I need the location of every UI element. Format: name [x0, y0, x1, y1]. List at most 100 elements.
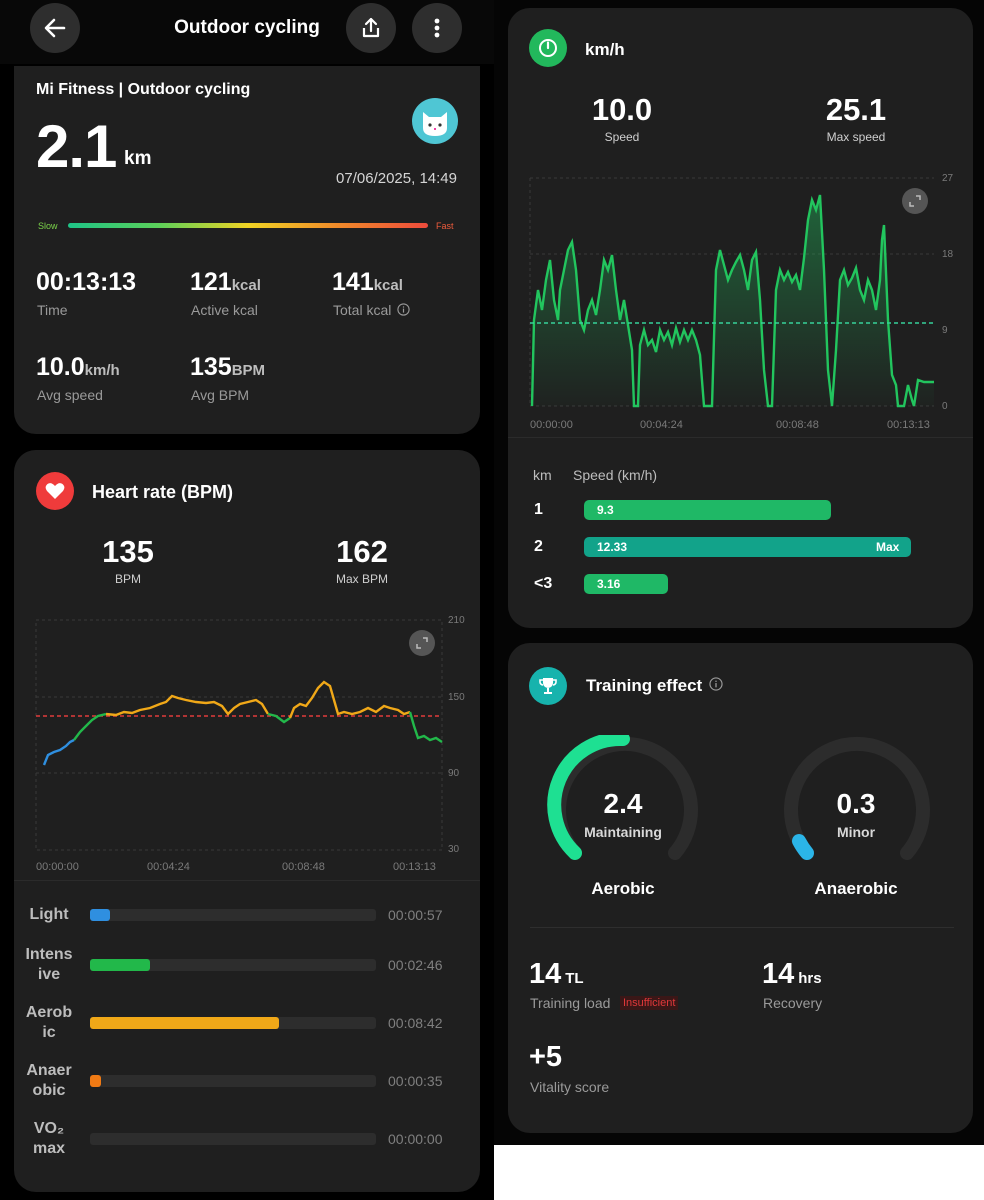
- hr-x-tick-2: 00:08:48: [282, 861, 325, 873]
- speed-avg-stat: 10.0 Speed: [552, 92, 692, 144]
- heart-icon: [45, 483, 65, 499]
- source-label: Mi Fitness | Outdoor cycling: [36, 81, 251, 98]
- training-divider: [530, 927, 954, 928]
- hr-zone-fill: [90, 1017, 279, 1029]
- speed-expand-button: [902, 188, 928, 214]
- cat-avatar-icon: [423, 112, 447, 136]
- anaerobic-gauge-fill: [792, 834, 814, 860]
- hr-zone-fill: [90, 1075, 102, 1087]
- avg-bpm-label: Avg BPM: [191, 387, 250, 403]
- hr-series-light: [42, 738, 75, 766]
- split-bar-3: 3.16: [584, 574, 668, 594]
- split-max-tag: Max: [876, 540, 900, 554]
- trophy-badge: [529, 667, 567, 705]
- blank-area: [494, 1145, 984, 1200]
- total-kcal-label: Total kcal: [333, 302, 410, 318]
- workout-datetime: 07/06/2025, 14:49: [336, 170, 457, 187]
- speed-avg-label: Speed: [604, 130, 640, 144]
- hr-avg-stat: 135 BPM: [58, 534, 198, 586]
- split-bar-2: 12.33: [584, 537, 911, 557]
- speed-x-tick-0: 00:00:00: [530, 419, 573, 431]
- training-title: Training effect: [586, 676, 723, 696]
- hr-avg-label: BPM: [114, 572, 141, 586]
- splits-header-speed: Speed (km/h): [573, 467, 658, 483]
- training-load-label: Training load: [530, 995, 611, 1011]
- training-load-badge: Insufficient: [620, 996, 679, 1010]
- training-load-value: 14 TL: [529, 958, 584, 990]
- share-button[interactable]: [346, 3, 396, 53]
- heart-badge: [36, 472, 74, 510]
- more-vertical-icon: [434, 18, 440, 38]
- hr-x-tick-1: 00:04:24: [147, 861, 190, 873]
- split-bar-1: 9.3: [584, 500, 831, 520]
- slow-label: Slow: [38, 221, 58, 231]
- speed-tick-18: 18: [942, 249, 954, 260]
- distance-unit: km: [124, 148, 152, 169]
- back-arrow-icon: [44, 18, 66, 38]
- hr-max-label: Max BPM: [335, 572, 388, 586]
- speed-badge: [529, 29, 567, 67]
- hr-zone-row: VO₂ max 00:00:00: [0, 1119, 480, 1159]
- avg-bpm-value: 135BPM: [190, 353, 266, 381]
- speed-chart[interactable]: [494, 170, 984, 420]
- split-km-1: 1: [534, 501, 543, 518]
- hr-tick-150: 150: [448, 692, 465, 703]
- info-icon[interactable]: [397, 303, 410, 316]
- fast-label: Fast: [436, 221, 454, 231]
- hr-zone-name: Aerob ic: [25, 1004, 73, 1041]
- trophy-icon: [539, 678, 557, 694]
- speed-max-stat: 25.1 Max speed: [786, 92, 926, 144]
- hr-zone-time: 00:02:46: [388, 957, 443, 973]
- heart-rate-chart[interactable]: [0, 610, 494, 885]
- hr-series-aerobic-2: [288, 680, 411, 719]
- hr-zone-name: VO₂ max: [32, 1120, 66, 1157]
- hr-zone-time: 00:08:42: [388, 1015, 443, 1031]
- hr-series-intensive: [73, 712, 107, 741]
- hr-zone-time: 00:00:57: [388, 907, 443, 923]
- active-kcal-value: 121kcal: [190, 268, 261, 296]
- total-kcal-value: 141kcal: [332, 268, 403, 296]
- heart-rate-title: Heart rate (BPM): [92, 482, 234, 502]
- hr-zone-row: Anaer obic 00:00:35: [0, 1061, 480, 1101]
- pace-gradient-bar: [68, 223, 428, 228]
- hr-zone-time: 00:00:35: [388, 1073, 443, 1089]
- aerobic-status: Maintaining: [584, 824, 662, 840]
- hr-zone-name: Light: [29, 906, 69, 923]
- time-label: Time: [37, 302, 68, 318]
- recovery-value: 14 hrs: [762, 958, 822, 990]
- time-value: 00:13:13: [36, 268, 137, 296]
- active-kcal-label: Active kcal: [191, 302, 258, 318]
- hr-tick-90: 90: [448, 768, 460, 779]
- hr-zone-fill: [90, 959, 151, 971]
- back-button[interactable]: [30, 3, 80, 53]
- hr-tick-30: 30: [448, 844, 460, 855]
- speed-divider: [508, 437, 973, 438]
- anaerobic-value: 0.3: [836, 788, 876, 819]
- anaerobic-label: Anaerobic: [814, 879, 898, 898]
- splits-header-km: km: [533, 467, 552, 483]
- info-icon[interactable]: [709, 677, 723, 691]
- vitality-value: +5: [529, 1041, 563, 1073]
- avatar[interactable]: [412, 98, 458, 144]
- hr-series-intensive-2: [267, 712, 291, 724]
- more-options-button[interactable]: [412, 3, 462, 53]
- hr-zone-track: [90, 1017, 376, 1029]
- speed-x-tick-2: 00:08:48: [776, 419, 819, 431]
- avg-speed-value: 10.0km/h: [36, 353, 120, 381]
- hr-max-stat: 162 Max BPM: [292, 534, 432, 586]
- share-icon: [362, 17, 380, 38]
- hr-zone-time: 00:00:00: [388, 1131, 443, 1147]
- hr-tick-210: 210: [448, 615, 465, 626]
- hr-zone-track: [90, 959, 376, 971]
- speed-max-label: Max speed: [826, 130, 886, 144]
- recovery-label: Recovery: [763, 995, 823, 1011]
- speed-tick-9: 9: [942, 325, 948, 336]
- aerobic-label: Aerobic: [591, 879, 655, 898]
- hr-x-tick-0: 00:00:00: [36, 861, 79, 873]
- hr-x-tick-3: 00:13:13: [393, 861, 436, 873]
- hr-zone-row: Aerob ic 00:08:42: [0, 1003, 480, 1043]
- split-km-2: 2: [534, 538, 543, 555]
- hr-expand-button: [409, 630, 435, 656]
- hr-zone-track: [90, 1075, 376, 1087]
- speed-x-tick-1: 00:04:24: [640, 419, 683, 431]
